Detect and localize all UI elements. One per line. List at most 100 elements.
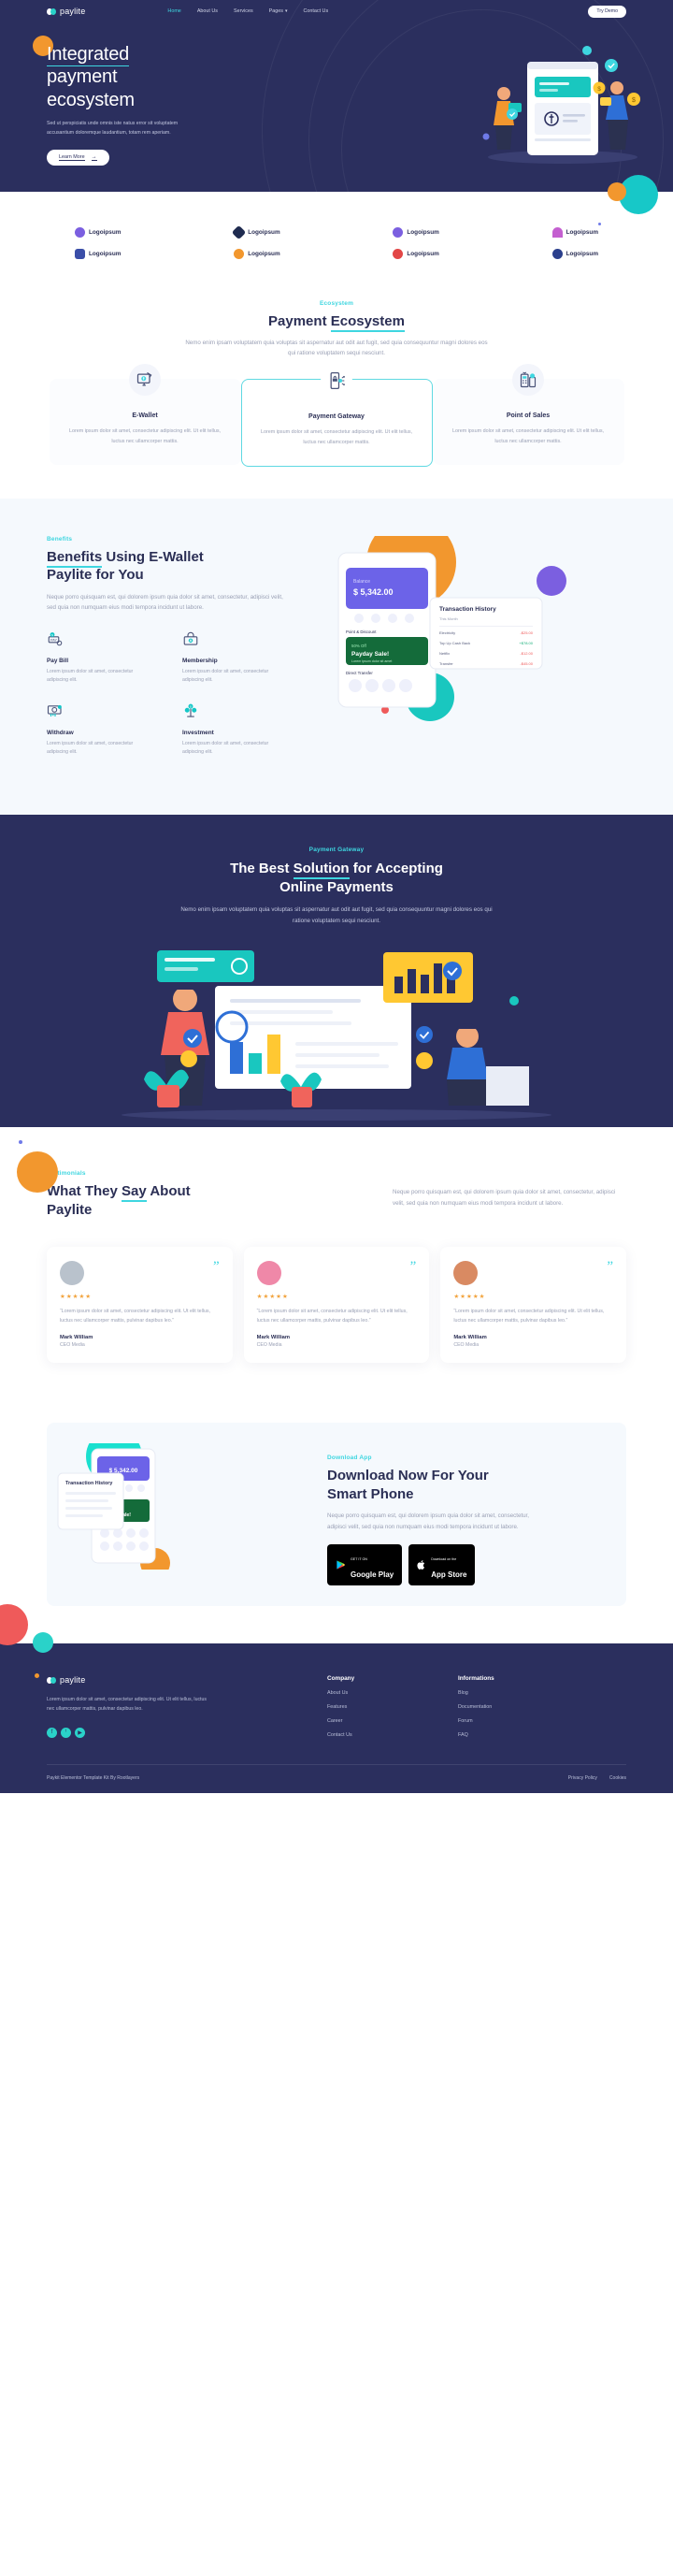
client-logo: Logoipsum	[75, 249, 121, 259]
benefits-eyebrow: Benefits	[47, 535, 73, 543]
client-logo-label: Logoipsum	[407, 251, 439, 257]
footer-logo[interactable]: paylite	[47, 1675, 327, 1685]
svg-text:Electricity: Electricity	[439, 630, 455, 635]
testimonial-card: ” ★★★★★ “Lorem ipsum dolor sit amet, con…	[47, 1247, 233, 1364]
nav-item-contact-us[interactable]: Contact Us	[303, 8, 328, 14]
testimonials-section: Testimonials What They Say About Paylite …	[0, 1127, 673, 1400]
benefit-title: Investment	[182, 729, 214, 736]
ecosystem-card-body: Lorem ipsum dolor sit amet, consectetur …	[260, 429, 413, 445]
facebook-icon[interactable]: f	[47, 1727, 57, 1738]
benefits-copy: Benefits Benefits Using E-Wallet Paylite …	[47, 536, 318, 774]
footer-link-contact-us[interactable]: Contact Us	[327, 1732, 458, 1738]
ecosystem-card-point-of-sales[interactable]: Point of Sales Lorem ipsum dolor sit ame…	[432, 364, 624, 465]
ecosystem-card-title: Point of Sales	[506, 412, 551, 420]
testimonial-body: “Lorem ipsum dolor sit amet, consectetur…	[453, 1309, 605, 1324]
teal-circle-decoration	[33, 1632, 53, 1654]
twitter-icon[interactable]: ᵗ	[61, 1727, 71, 1738]
download-eyebrow: Download App	[327, 1454, 372, 1462]
testimonial-role: CEO Media	[453, 1342, 480, 1349]
testimonials-title-c: About	[146, 1183, 191, 1200]
nav-item-pages[interactable]: Pages ▾	[269, 8, 288, 14]
benefit-body: Lorem ipsum dolor sit amet, consectetur …	[182, 668, 269, 684]
testimonial-card: ” ★★★★★ “Lorem ipsum dolor sit amet, con…	[243, 1247, 430, 1364]
footer-decorations	[0, 1604, 673, 1679]
client-logo: Logoipsum	[75, 227, 121, 238]
ecosystem-card-body: Lorem ipsum dolor sit amet, consectetur …	[68, 428, 222, 444]
nav-item-about-us[interactable]: About Us	[197, 8, 218, 14]
pay-bill-icon: PAY$	[48, 632, 63, 646]
payment-gateway-icon	[321, 365, 352, 398]
site-logo[interactable]: paylite	[47, 7, 85, 16]
small-dot-decoration	[19, 1140, 22, 1145]
client-logo: Logoipsum	[551, 227, 598, 238]
footer-column-title: Informations	[458, 1675, 494, 1683]
nav-item-home[interactable]: Home	[167, 8, 180, 14]
withdraw-icon	[47, 704, 62, 716]
gateway-eyebrow: Payment Gateway	[308, 847, 365, 854]
nav-item-services[interactable]: Services	[234, 8, 253, 14]
download-title: Download Now For Your Smart Phone	[327, 1467, 598, 1503]
testimonials-title-a: What They	[47, 1183, 122, 1200]
landing-page: paylite Home About Us Services Pages ▾ Co…	[0, 0, 673, 1794]
youtube-icon[interactable]: ▶	[75, 1727, 85, 1738]
benefit-membership: Membership Lorem ipsum dolor sit amet, c…	[182, 630, 318, 686]
legal-links: Privacy Policy Cookies	[568, 1775, 626, 1781]
avatar	[60, 1261, 84, 1286]
footer-link-features[interactable]: Features	[327, 1704, 458, 1710]
gateway-title-line2: Online Payments	[279, 878, 394, 895]
ecosystem-card-e-wallet[interactable]: E-Wallet Lorem ipsum dolor sit amet, con…	[49, 364, 241, 465]
testimonials-title-b: Say	[122, 1183, 147, 1203]
ecosystem-cards: E-Wallet Lorem ipsum dolor sit amet, con…	[0, 364, 673, 467]
client-logo-label: Logoipsum	[89, 229, 122, 236]
benefits-title-b: Using E-Wallet	[102, 548, 204, 565]
rating-stars: ★★★★★	[256, 1294, 289, 1301]
download-title-line2: Smart Phone	[327, 1485, 414, 1502]
benefit-withdraw: Withdraw Lorem ipsum dolor sit amet, con…	[47, 702, 182, 758]
client-logo-label: Logoipsum	[566, 229, 598, 236]
footer-link-faq[interactable]: FAQ	[458, 1732, 589, 1738]
download-illustration: $ 5,342.00 50% Off Payday Sale! Transact…	[47, 1428, 327, 1579]
hero-paragraph: Sed ut perspiciatis unde omnis iste natu…	[47, 121, 179, 137]
learn-more-button[interactable]: Learn More →	[47, 149, 109, 166]
arrow-right-icon: →	[91, 153, 97, 161]
ecosystem-card-payment-gateway[interactable]: Payment Gateway Lorem ipsum dolor sit am…	[240, 365, 433, 467]
benefit-title: Withdraw	[47, 729, 74, 736]
app-store-button[interactable]: Download on the App Store	[408, 1544, 476, 1586]
logo-row-2: Logoipsum Logoipsum Logoipsum Logoipsum	[75, 249, 598, 259]
quote-icon: ”	[607, 1259, 614, 1275]
client-logo: Logoipsum	[231, 224, 280, 240]
footer-logo-text: paylite	[60, 1675, 86, 1686]
logo-dots-icon	[47, 1676, 56, 1684]
svg-text:Balance: Balance	[353, 579, 370, 585]
footer-link-blog[interactable]: Blog	[458, 1690, 589, 1696]
client-logo-label: Logoipsum	[248, 229, 280, 236]
svg-text:Lorem ipsum dolor sit amet: Lorem ipsum dolor sit amet	[351, 659, 392, 663]
orange-circle-decoration	[608, 182, 626, 201]
membership-icon	[183, 631, 198, 645]
avatar	[453, 1261, 479, 1286]
cookies-link[interactable]: Cookies	[609, 1775, 626, 1781]
footer-link-documentation[interactable]: Documentation	[458, 1704, 589, 1710]
main-navigation: paylite Home About Us Services Pages ▾ Co…	[0, 0, 673, 22]
google-play-button[interactable]: GET IT ON Google Play	[327, 1544, 403, 1586]
ecosystem-title-a: Payment	[268, 313, 331, 329]
benefits-lead: Neque porro quisquam est, qui dolorem ip…	[47, 593, 283, 612]
nav-menu: Home About Us Services Pages ▾ Contact Us	[167, 8, 328, 14]
svg-text:Transfer: Transfer	[439, 661, 453, 666]
footer-link-about-us[interactable]: About Us	[327, 1690, 458, 1696]
google-play-label: Google Play	[351, 1570, 394, 1580]
orange-circle-decoration	[17, 1151, 58, 1194]
small-dot-decoration	[598, 223, 601, 225]
footer-link-career[interactable]: Career	[327, 1718, 458, 1724]
svg-text:$: $	[632, 97, 636, 104]
ecosystem-title: Payment Ecosystem	[0, 312, 673, 332]
benefit-body: Lorem ipsum dolor sit amet, consectetur …	[182, 740, 269, 755]
logo-dots-icon	[47, 7, 56, 15]
benefit-title: Membership	[182, 657, 218, 664]
privacy-policy-link[interactable]: Privacy Policy	[568, 1775, 597, 1781]
try-demo-button[interactable]: Try Demo	[588, 5, 626, 18]
gateway-title-b: Solution	[293, 861, 350, 880]
footer-link-forum[interactable]: Forum	[458, 1718, 589, 1724]
benefit-title: Pay Bill	[47, 657, 69, 664]
download-lead: Neque porro quisquam est, qui dolorem ip…	[327, 1512, 529, 1530]
